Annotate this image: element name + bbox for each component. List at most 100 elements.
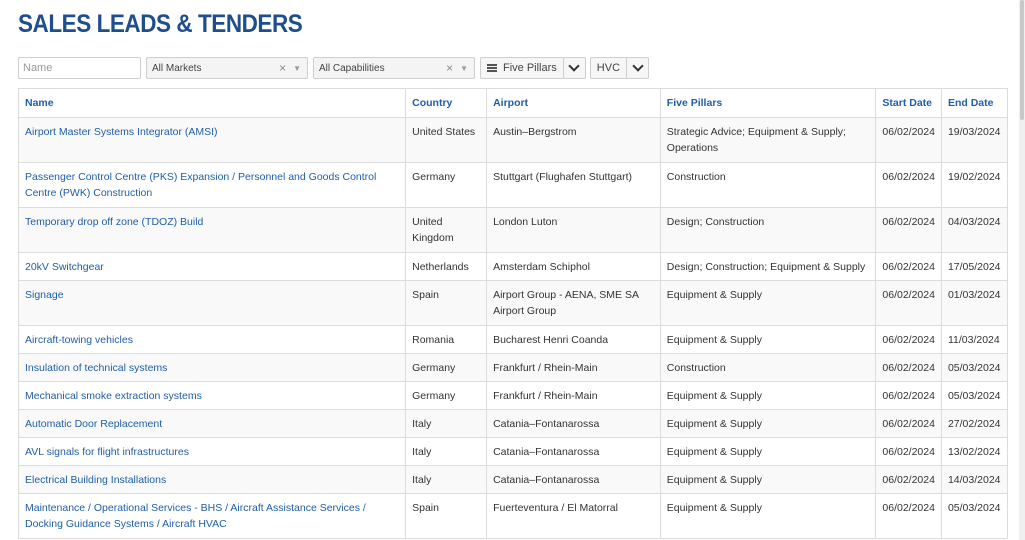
- country-cell-text: United Kingdom: [412, 216, 454, 244]
- table-row[interactable]: Maintenance / Operational Services - BHS…: [17, 493, 1009, 539]
- lead-name-link-text[interactable]: Temporary drop off zone (TDOZ) Build: [25, 216, 203, 228]
- lead-name-link-text[interactable]: 20kV Switchgear: [25, 261, 104, 273]
- end-date-cell-text: 13/02/2024: [947, 446, 1001, 458]
- table-row[interactable]: 20kV Switchgear Netherlands Amsterdam Schi…: [17, 252, 1009, 281]
- table-row[interactable]: Aircraft-towing vehicles Romania Bucharest…: [17, 325, 1009, 354]
- lead-name-link-text[interactable]: Passenger Control Centre (PKS) Expansion…: [25, 171, 376, 199]
- lead-name-link[interactable]: Maintenance / Operational Services - BHS…: [17, 493, 407, 539]
- end-date-cell: 14/03/2024: [940, 465, 1009, 494]
- five-pillars-cell: Construction: [659, 162, 877, 208]
- five-pillars-button-label[interactable]: Five Pillars: [481, 62, 563, 74]
- lead-name-link[interactable]: Aircraft-towing vehicles: [17, 325, 407, 354]
- five-pillars-cell: Equipment & Supply: [659, 465, 877, 494]
- end-date-cell: 19/03/2024: [940, 117, 1009, 163]
- markets-select[interactable]: All Markets × ▼: [146, 57, 308, 79]
- table-row[interactable]: Airport Master Systems Integrator (AMSI)…: [17, 117, 1009, 163]
- airport-cell: Catania–Fontanarossa: [486, 409, 661, 438]
- column-header-country[interactable]: Country: [405, 88, 488, 118]
- five-pillars-cell-text: Design; Construction; Equipment & Supply: [666, 261, 866, 273]
- lead-name-link-text[interactable]: Signage: [25, 289, 64, 301]
- hvc-chevron-down-icon[interactable]: [626, 58, 648, 78]
- column-header-start-date[interactable]: Start Date: [875, 88, 942, 118]
- airport-cell: Bucharest Henri Coanda: [486, 325, 661, 354]
- five-pillars-cell-text: Equipment & Supply: [666, 502, 762, 514]
- table-row[interactable]: Mechanical smoke extraction systems Germa…: [17, 381, 1009, 410]
- end-date-cell: 01/03/2024: [940, 280, 1009, 326]
- end-date-cell: 13/02/2024: [940, 437, 1009, 466]
- lead-name-link[interactable]: 20kV Switchgear: [17, 252, 407, 281]
- column-header-five-pillars[interactable]: Five Pillars: [659, 88, 877, 118]
- end-date-cell-text: 01/03/2024: [947, 289, 1001, 301]
- capabilities-chevron-down-icon[interactable]: ▼: [460, 64, 468, 73]
- table-row[interactable]: Insulation of technical systems Germany Fr…: [17, 353, 1009, 382]
- lead-name-link[interactable]: Automatic Door Replacement: [17, 409, 407, 438]
- five-pillars-cell: Design; Construction: [659, 207, 877, 253]
- five-pillars-cell-text: Strategic Advice; Equipment & Supply; Op…: [666, 126, 846, 154]
- lead-name-link[interactable]: Mechanical smoke extraction systems: [17, 381, 407, 410]
- lead-name-link-text[interactable]: AVL signals for flight infrastructures: [25, 446, 189, 458]
- table-row[interactable]: AVL signals for flight infrastructures It…: [17, 437, 1009, 466]
- name-search-input[interactable]: [18, 57, 141, 79]
- start-date-cell-text: 06/02/2024: [882, 418, 935, 430]
- country-cell-text: Romania: [412, 334, 455, 346]
- end-date-cell: 05/03/2024: [940, 493, 1009, 539]
- lead-name-link-text[interactable]: Airport Master Systems Integrator (AMSI): [25, 126, 218, 138]
- page-title: SALES LEADS & TENDERS: [18, 10, 303, 38]
- start-date-cell-text: 06/02/2024: [882, 474, 935, 486]
- table-row[interactable]: Passenger Control Centre (PKS) Expansion…: [17, 162, 1009, 208]
- end-date-cell: 05/03/2024: [940, 381, 1009, 410]
- table-row[interactable]: Automatic Door Replacement Italy Catania–F…: [17, 409, 1009, 438]
- start-date-cell: 06/02/2024: [875, 465, 942, 494]
- end-date-cell-text: 04/03/2024: [947, 216, 1001, 228]
- lead-name-link[interactable]: Insulation of technical systems: [17, 353, 407, 382]
- lead-name-link-text[interactable]: Mechanical smoke extraction systems: [25, 390, 202, 402]
- five-pillars-dropdown-button[interactable]: Five Pillars: [480, 57, 586, 79]
- lead-name-link[interactable]: Signage: [17, 280, 407, 326]
- hvc-dropdown-button[interactable]: HVC: [589, 57, 650, 79]
- airport-cell: Austin–Bergstrom: [486, 117, 661, 163]
- filter-bar: All Markets × ▼ All Capabilities × ▼ Fiv…: [18, 57, 653, 79]
- lead-name-link[interactable]: AVL signals for flight infrastructures: [17, 437, 407, 466]
- lead-name-link-text[interactable]: Maintenance / Operational Services - BHS…: [25, 502, 366, 530]
- scrollbar[interactable]: [1019, 0, 1025, 540]
- airport-cell-text: Catania–Fontanarossa: [493, 474, 600, 486]
- airport-cell-text: Catania–Fontanarossa: [493, 418, 600, 430]
- lead-name-link[interactable]: Airport Master Systems Integrator (AMSI): [17, 117, 407, 163]
- table-row[interactable]: Temporary drop off zone (TDOZ) Build Unit…: [17, 207, 1009, 253]
- lead-name-link-text[interactable]: Automatic Door Replacement: [25, 418, 162, 430]
- hvc-label[interactable]: HVC: [591, 62, 626, 74]
- table-row[interactable]: Signage Spain Airport Group - AENA, SME SA…: [17, 280, 1009, 326]
- markets-clear-icon[interactable]: ×: [279, 61, 286, 75]
- markets-chevron-down-icon[interactable]: ▼: [293, 64, 301, 73]
- airport-cell-text: Airport Group - AENA, SME SA Airport Gro…: [493, 289, 639, 317]
- column-header-end-date[interactable]: End Date: [940, 88, 1009, 118]
- airport-cell: Frankfurt / Rhein-Main: [486, 353, 661, 382]
- five-pillars-cell-text: Equipment & Supply: [666, 418, 762, 430]
- lead-name-link[interactable]: Temporary drop off zone (TDOZ) Build: [17, 207, 407, 253]
- end-date-cell-text: 27/02/2024: [947, 418, 1001, 430]
- column-header-name[interactable]: Name: [17, 88, 407, 118]
- lead-name-link-text[interactable]: Aircraft-towing vehicles: [25, 334, 133, 346]
- capabilities-clear-icon[interactable]: ×: [446, 61, 453, 75]
- lead-name-link[interactable]: Electrical Building Installations: [17, 465, 407, 494]
- end-date-cell: 04/03/2024: [940, 207, 1009, 253]
- lead-name-link-text[interactable]: Insulation of technical systems: [25, 362, 167, 374]
- five-pillars-cell: Equipment & Supply: [659, 280, 877, 326]
- country-cell-text: Spain: [412, 289, 439, 301]
- start-date-cell: 06/02/2024: [875, 353, 942, 382]
- scrollbar-thumb[interactable]: [1020, 0, 1024, 120]
- airport-cell-text: Frankfurt / Rhein-Main: [493, 390, 598, 402]
- country-cell: Italy: [405, 465, 488, 494]
- markets-select-value: All Markets: [152, 62, 202, 74]
- table-row[interactable]: Electrical Building Installations Italy Ca…: [17, 465, 1009, 494]
- airport-cell-text: Fuerteventura / El Matorral: [493, 502, 618, 514]
- airport-cell: Catania–Fontanarossa: [486, 465, 661, 494]
- lead-name-link[interactable]: Passenger Control Centre (PKS) Expansion…: [17, 162, 407, 208]
- capabilities-select[interactable]: All Capabilities × ▼: [313, 57, 475, 79]
- five-pillars-cell: Construction: [659, 353, 877, 382]
- column-header-airport[interactable]: Airport: [486, 88, 661, 118]
- five-pillars-cell: Equipment & Supply: [659, 493, 877, 539]
- five-pillars-chevron-down-icon[interactable]: [562, 58, 585, 78]
- lead-name-link-text[interactable]: Electrical Building Installations: [25, 474, 166, 486]
- airport-cell-text: London Luton: [493, 216, 558, 228]
